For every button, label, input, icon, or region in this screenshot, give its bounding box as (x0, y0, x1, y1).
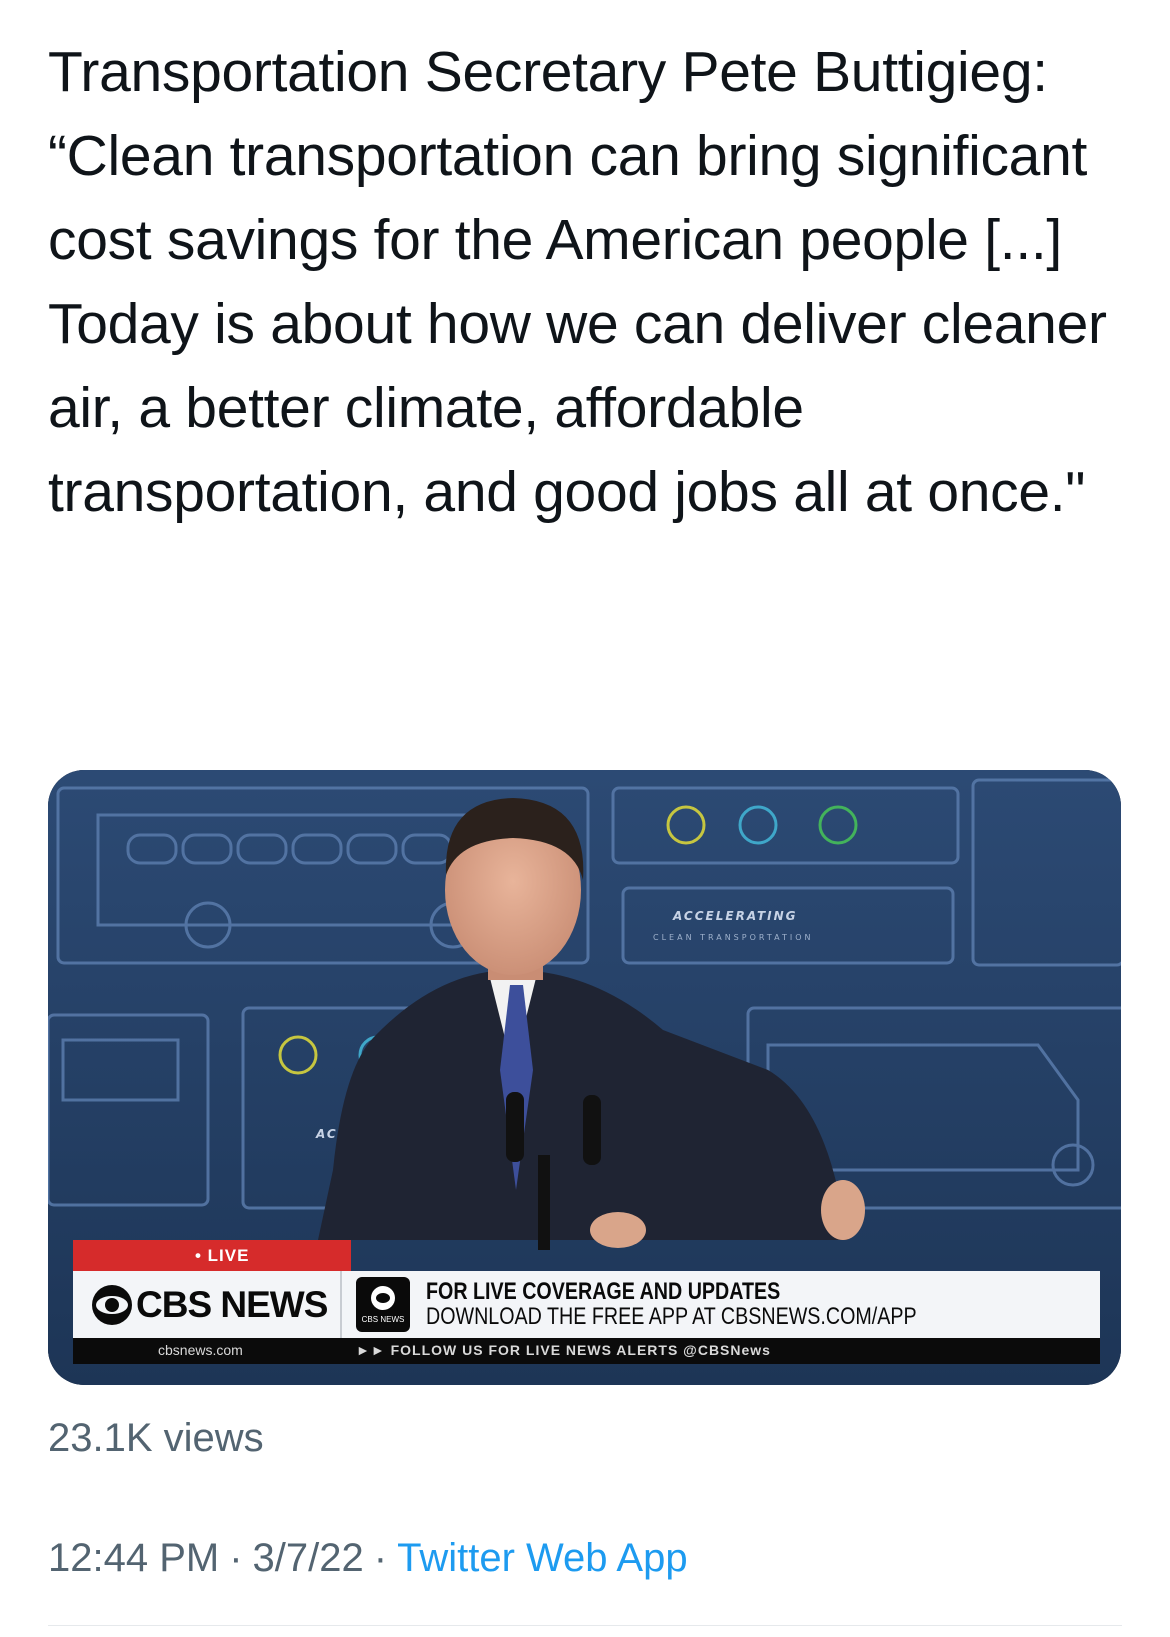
tweet-time[interactable]: 12:44 PM (48, 1536, 219, 1580)
network-name: CBS NEWS (136, 1284, 328, 1325)
cbs-app-icon: CBS NEWS (356, 1277, 410, 1332)
view-count: 23.1K views (48, 1416, 264, 1460)
meta-separator: · (373, 1536, 388, 1580)
meta-separator: · (229, 1536, 243, 1580)
promo-subline: DOWNLOAD THE FREE APP AT CBSNEWS.COM/APP (426, 1303, 917, 1330)
promo-headline: FOR LIVE COVERAGE AND UPDATES (426, 1278, 781, 1305)
cbs-logo: CBS NEWS (92, 1283, 328, 1327)
broadcast-lower-third: • LIVE CBS NEWS CBS NEWS FOR LIVE COVERA… (48, 770, 1121, 1385)
ticker-text: ►► FOLLOW US FOR LIVE NEWS ALERTS @CBSNe… (356, 1342, 771, 1358)
tweet-metadata: 12:44 PM · 3/7/22 · Twitter Web App (48, 1536, 688, 1581)
divider (48, 1625, 1122, 1626)
banner-divider (340, 1271, 342, 1338)
tweet-date[interactable]: 3/7/22 (253, 1536, 364, 1580)
live-badge: • LIVE (73, 1240, 351, 1271)
video-player[interactable]: ACCELERATING CLEAN TRANSPORTATION ACCE •… (48, 770, 1121, 1385)
tweet-text: Transportation Secretary Pete Buttigieg:… (48, 40, 1107, 524)
ticker-url: cbsnews.com (158, 1342, 243, 1358)
source-app-link[interactable]: Twitter Web App (397, 1536, 688, 1580)
cbs-eye-icon (92, 1285, 132, 1325)
